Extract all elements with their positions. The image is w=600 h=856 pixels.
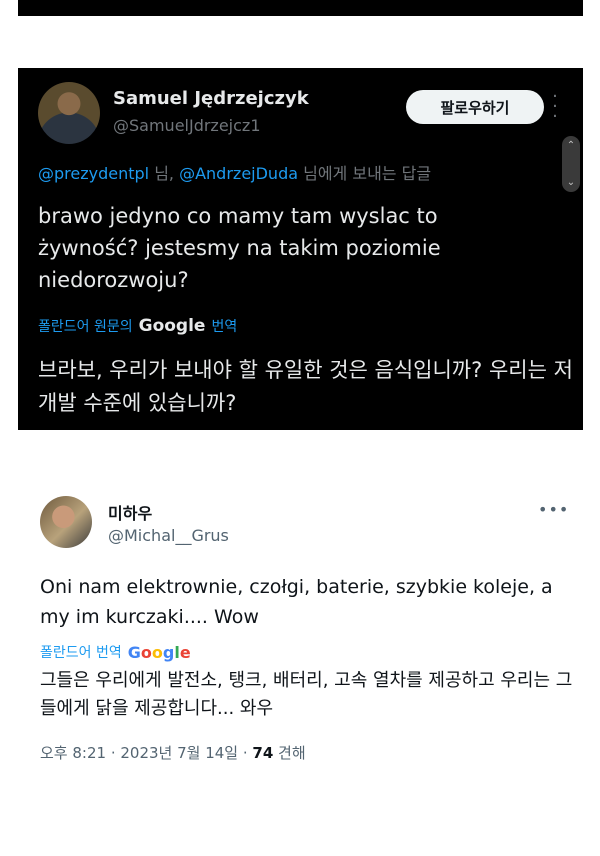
tweet-text: brawo jedyno co mamy tam wyslac to żywno… [38,204,441,292]
chevron-down-icon[interactable]: ⌄ [562,177,580,188]
google-logo: Google [138,316,206,336]
reply-suffix: 님에게 보내는 답글 [298,164,432,183]
display-name[interactable]: 미하우 [108,500,152,524]
translated-text: 그들은 우리에게 발전소, 탱크, 배터리, 고속 열차를 제공하고 우리는 그… [40,670,573,719]
user-handle[interactable]: @Michal__Grus [108,526,229,545]
google-logo: Google [127,642,191,662]
more-vertical-icon[interactable]: · · · [548,88,562,126]
dark-tweet-card: Samuel Jędrzejczyk @SamuelJdrzejcz1 팔로우하… [18,68,583,430]
follow-button[interactable]: 팔로우하기 [406,90,544,124]
tweet-meta: 오후 8:21 · 2023년 7월 14일 · 74 견해 [40,742,306,763]
mention-link[interactable]: @AndrzejDuda [179,164,298,183]
avatar[interactable] [40,496,92,548]
timestamp[interactable]: 오후 8:21 · 2023년 7월 14일 · [40,744,252,762]
translate-label: 폴란드어 번역 [40,645,122,661]
translate-suffix: 번역 [211,319,238,335]
reply-separator: 님, [149,164,180,183]
chevron-up-icon[interactable]: ⌃ [562,140,580,151]
views-label: 견해 [273,744,306,762]
translated-text: 브라보, 우리가 보내야 할 유일한 것은 음식입니까? 우리는 저개발 수준에… [38,358,573,415]
views-count: 74 [252,744,274,762]
reply-context: @prezydentpl 님, @AndrzejDuda 님에게 보내는 답글 [38,160,431,184]
tweet-text: Oni nam elektrownie, czołgi, baterie, sz… [40,576,553,628]
user-handle[interactable]: @SamuelJdrzejcz1 [113,116,261,135]
translate-link[interactable]: 폴란드어 번역 Google [40,642,191,662]
translate-prefix: 폴란드어 원문의 [38,319,133,335]
more-horizontal-icon[interactable]: ••• [538,500,569,519]
top-dark-strip [18,0,583,16]
display-name[interactable]: Samuel Jędrzejczyk [113,88,309,109]
scroll-handle[interactable]: ⌃ ⌄ [562,136,580,192]
translate-link[interactable]: 폴란드어 원문의 Google 번역 [38,316,237,336]
mention-link[interactable]: @prezydentpl [38,164,149,183]
avatar[interactable] [38,82,100,144]
